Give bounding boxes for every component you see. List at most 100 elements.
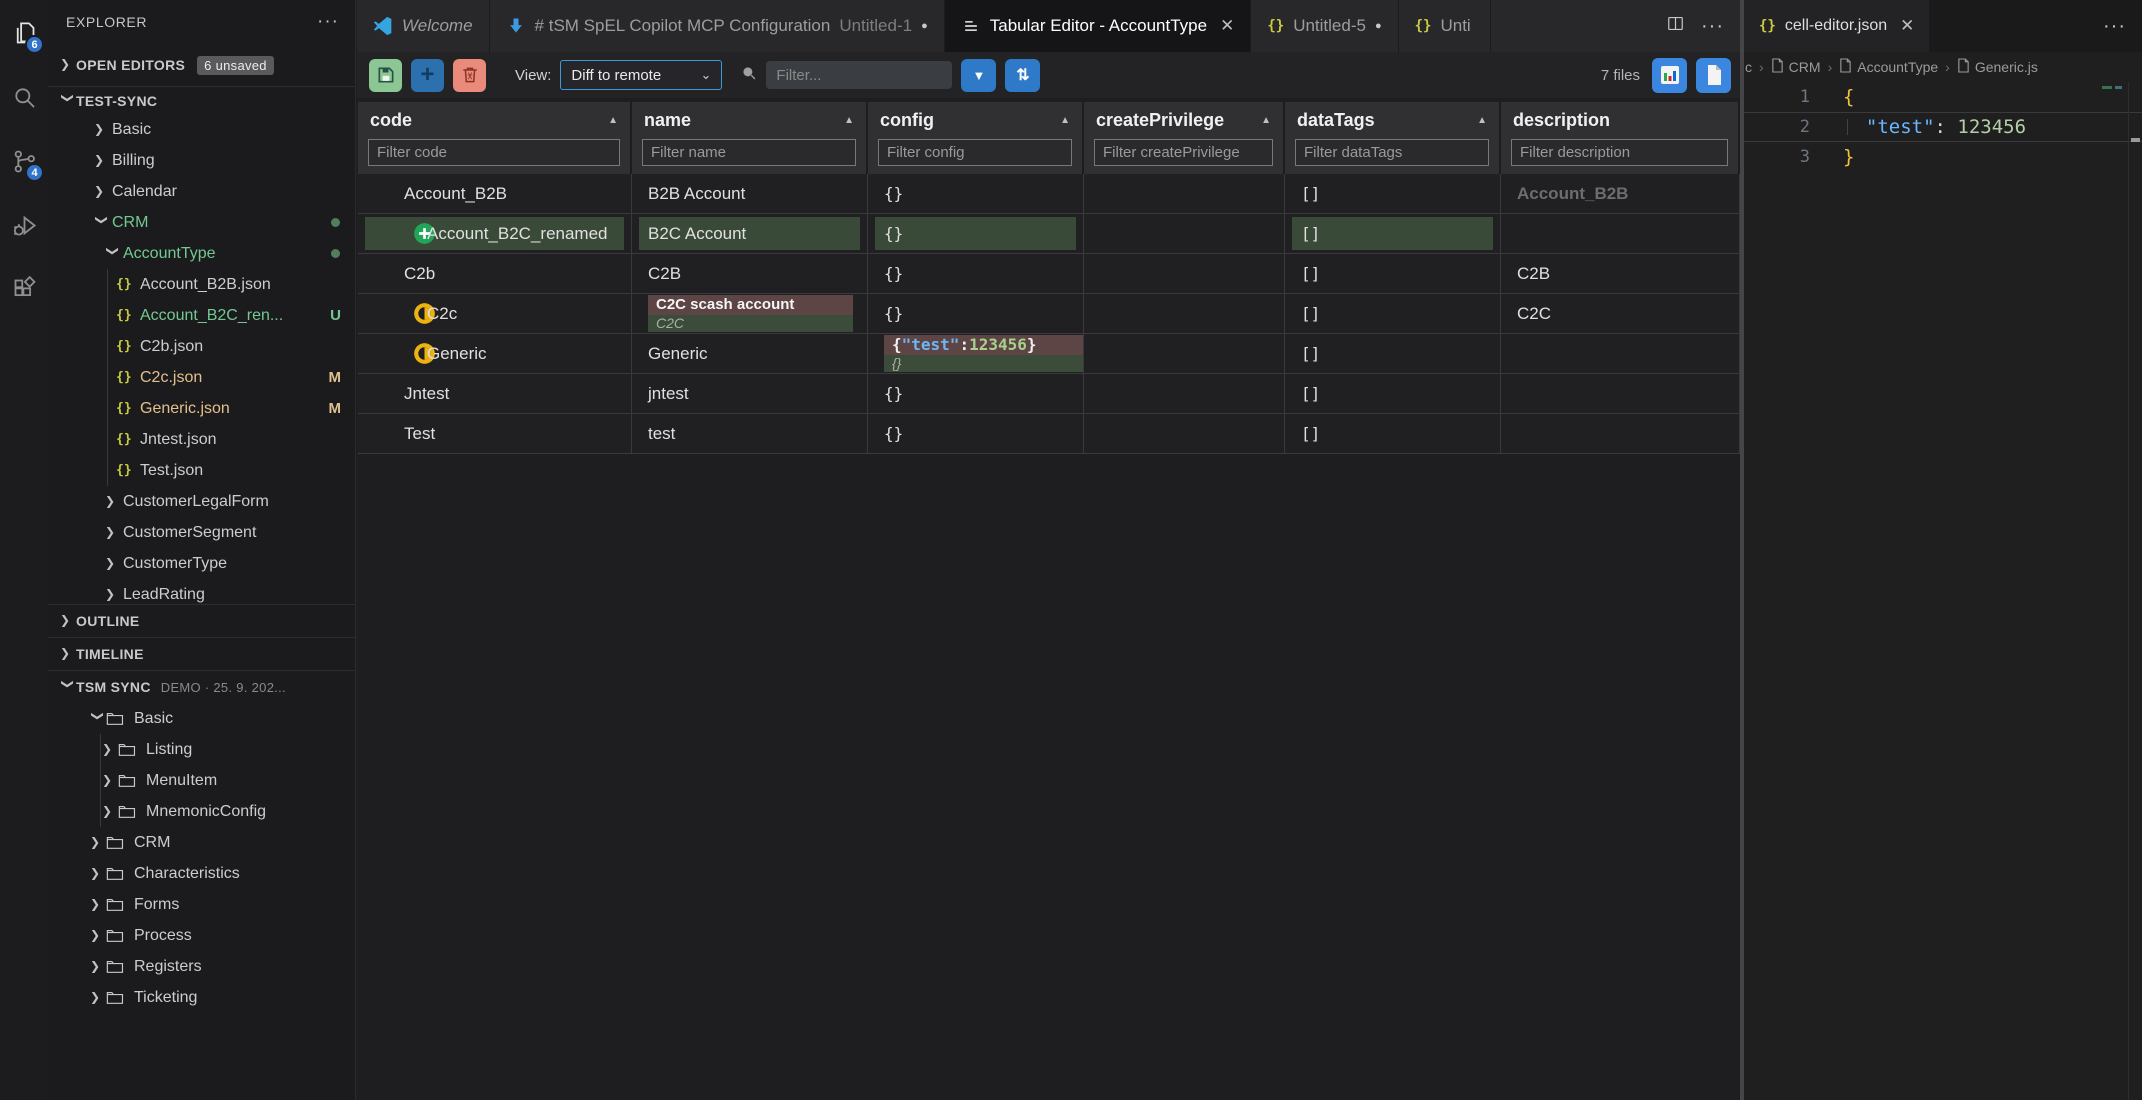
tree-item-account-b2b-json[interactable]: {}Account_B2B.json bbox=[48, 269, 355, 300]
tree-item-account-b2c-ren-[interactable]: {}Account_B2C_ren...U bbox=[48, 300, 355, 331]
tree-item-basic[interactable]: ❯Basic bbox=[48, 114, 355, 145]
tab-cell-editor-json[interactable]: {} cell-editor.json ✕ bbox=[1744, 0, 1929, 52]
column-header-createPrivilege[interactable]: createPrivilege▲ bbox=[1084, 102, 1285, 136]
column-header-dataTags[interactable]: dataTags▲ bbox=[1285, 102, 1501, 136]
cell-description[interactable]: C2C bbox=[1501, 294, 1740, 333]
outline-section-header[interactable]: ❯ OUTLINE bbox=[48, 604, 355, 637]
cell-description[interactable]: Account_B2B bbox=[1501, 174, 1740, 213]
cell-dataTags[interactable]: [] bbox=[1285, 294, 1501, 333]
cell-config[interactable]: {} bbox=[868, 414, 1084, 453]
cell-createPrivilege[interactable] bbox=[1084, 174, 1285, 213]
run-debug-activity-icon[interactable] bbox=[3, 202, 45, 248]
cell-config[interactable]: {} bbox=[868, 174, 1084, 213]
cell-code[interactable]: Account_B2B bbox=[358, 174, 632, 213]
expand-rows-button[interactable]: ⇅ bbox=[1005, 59, 1040, 92]
report-button[interactable] bbox=[1696, 58, 1731, 93]
tree-item-crm[interactable]: ❯CRM bbox=[48, 207, 355, 238]
tree-item-c2b-json[interactable]: {}C2b.json bbox=[48, 331, 355, 362]
table-row[interactable]: C2cC2C scash accountC2C{} []C2C bbox=[358, 294, 1740, 334]
filter-input-createPrivilege[interactable] bbox=[1094, 139, 1273, 166]
cell-code[interactable]: Account_B2C_renamed bbox=[358, 214, 632, 253]
cell-name[interactable]: test bbox=[632, 414, 868, 453]
close-icon[interactable]: ✕ bbox=[1900, 16, 1914, 36]
breadcrumb-item[interactable]: CRM bbox=[1771, 58, 1821, 76]
cell-name[interactable]: jntest bbox=[632, 374, 868, 413]
delete-row-button[interactable] bbox=[453, 59, 486, 92]
cell-dataTags[interactable]: [] bbox=[1285, 334, 1501, 373]
sort-asc-icon[interactable]: ▲ bbox=[1261, 115, 1271, 126]
filter-input-config[interactable] bbox=[878, 139, 1072, 166]
extensions-activity-icon[interactable] bbox=[3, 266, 45, 312]
cell-code[interactable]: C2c bbox=[358, 294, 632, 333]
cell-createPrivilege[interactable] bbox=[1084, 414, 1285, 453]
breadcrumb-item[interactable]: c bbox=[1745, 59, 1752, 75]
tsm-item-menuitem[interactable]: ❯MenuItem bbox=[48, 765, 355, 796]
tree-item-jntest-json[interactable]: {}Jntest.json bbox=[48, 424, 355, 455]
cell-code[interactable]: Generic bbox=[358, 334, 632, 373]
code-line[interactable]: 3} bbox=[1744, 142, 2142, 172]
tsm-item-forms[interactable]: ❯Forms bbox=[48, 889, 355, 920]
tab-tabular-editor-accounttype[interactable]: Tabular Editor - AccountType✕ bbox=[945, 0, 1252, 52]
cell-config[interactable]: {"test":123456}{} bbox=[868, 334, 1084, 373]
table-row[interactable]: Account_B2C_renamedB2C Account{} [] bbox=[358, 214, 1740, 254]
tsm-item-mnemonicconfig[interactable]: ❯MnemonicConfig bbox=[48, 796, 355, 827]
tab--tsm-spel-copilot-mcp-configuration[interactable]: # tSM SpEL Copilot MCP ConfigurationUnti… bbox=[490, 0, 945, 52]
sort-asc-icon[interactable]: ▲ bbox=[844, 115, 854, 126]
split-editor-icon[interactable] bbox=[1666, 14, 1685, 38]
tab-unti[interactable]: {}Unti bbox=[1399, 0, 1491, 52]
cell-config[interactable]: {} bbox=[868, 294, 1084, 333]
sort-asc-icon[interactable]: ▲ bbox=[1060, 115, 1070, 126]
source-control-activity-icon[interactable]: 4 bbox=[3, 138, 45, 184]
tree-item-customerlegalform[interactable]: ❯CustomerLegalForm bbox=[48, 486, 355, 517]
tsm-item-listing[interactable]: ❯Listing bbox=[48, 734, 355, 765]
tsm-item-ticketing[interactable]: ❯Ticketing bbox=[48, 982, 355, 1013]
breadcrumb-item[interactable]: AccountType bbox=[1839, 58, 1938, 76]
search-activity-icon[interactable] bbox=[3, 74, 45, 120]
tsm-item-basic[interactable]: ❯Basic bbox=[48, 703, 355, 734]
cell-code[interactable]: Jntest bbox=[358, 374, 632, 413]
breadcrumb-item[interactable]: Generic.js bbox=[1957, 58, 2038, 76]
tree-item-test-json[interactable]: {}Test.json bbox=[48, 455, 355, 486]
tsm-item-process[interactable]: ❯Process bbox=[48, 920, 355, 951]
code-line[interactable]: 2 "test": 123456 bbox=[1744, 112, 2142, 142]
cell-createPrivilege[interactable] bbox=[1084, 254, 1285, 293]
tree-item-generic-json[interactable]: {}Generic.jsonM bbox=[48, 393, 355, 424]
cell-dataTags[interactable]: [] bbox=[1285, 174, 1501, 213]
more-actions-icon[interactable]: ··· bbox=[1701, 15, 1724, 38]
panel-more-actions-icon[interactable]: ··· bbox=[2103, 15, 2126, 38]
cell-createPrivilege[interactable] bbox=[1084, 334, 1285, 373]
cell-dataTags[interactable]: [] bbox=[1285, 254, 1501, 293]
cell-createPrivilege[interactable] bbox=[1084, 294, 1285, 333]
tab-welcome[interactable]: Welcome bbox=[357, 0, 490, 52]
cell-description[interactable] bbox=[1501, 214, 1740, 253]
cell-config[interactable]: {} bbox=[868, 254, 1084, 293]
tsm-item-characteristics[interactable]: ❯Characteristics bbox=[48, 858, 355, 889]
add-row-button[interactable]: + bbox=[411, 59, 444, 92]
open-editors-header[interactable]: ❯ OPEN EDITORS 6 unsaved bbox=[48, 44, 355, 86]
cell-code[interactable]: Test bbox=[358, 414, 632, 453]
close-icon[interactable]: ✕ bbox=[1220, 16, 1234, 36]
json-code-editor[interactable]: 1{2 "test": 1234563} bbox=[1744, 82, 2142, 1100]
tree-item-calendar[interactable]: ❯Calendar bbox=[48, 176, 355, 207]
cell-name[interactable]: B2B Account bbox=[632, 174, 868, 213]
tsm-sync-section-header[interactable]: ❯ TSM SYNC DEMO · 25. 9. 202... bbox=[48, 670, 355, 703]
cell-name[interactable]: B2C Account bbox=[632, 214, 868, 253]
table-row[interactable]: C2bC2B{}[]C2B bbox=[358, 254, 1740, 294]
cell-description[interactable] bbox=[1501, 374, 1740, 413]
table-row[interactable]: Jntestjntest{}[] bbox=[358, 374, 1740, 414]
table-row[interactable]: Testtest{}[] bbox=[358, 414, 1740, 454]
cell-dataTags[interactable]: [] bbox=[1285, 374, 1501, 413]
cell-description[interactable]: C2B bbox=[1501, 254, 1740, 293]
cell-name[interactable]: C2C scash accountC2C bbox=[632, 294, 868, 333]
filter-input-description[interactable] bbox=[1511, 139, 1728, 166]
tree-item-billing[interactable]: ❯Billing bbox=[48, 145, 355, 176]
filter-input-code[interactable] bbox=[368, 139, 620, 166]
table-row[interactable]: Account_B2BB2B Account{}[]Account_B2B bbox=[358, 174, 1740, 214]
cell-createPrivilege[interactable] bbox=[1084, 374, 1285, 413]
column-header-name[interactable]: name▲ bbox=[632, 102, 868, 136]
cell-dataTags[interactable]: [] bbox=[1285, 214, 1501, 253]
global-filter-input[interactable] bbox=[766, 61, 952, 89]
cell-config[interactable]: {} bbox=[868, 214, 1084, 253]
cell-code[interactable]: C2b bbox=[358, 254, 632, 293]
workspace-section-header[interactable]: ❯ TEST-SYNC bbox=[48, 86, 355, 114]
